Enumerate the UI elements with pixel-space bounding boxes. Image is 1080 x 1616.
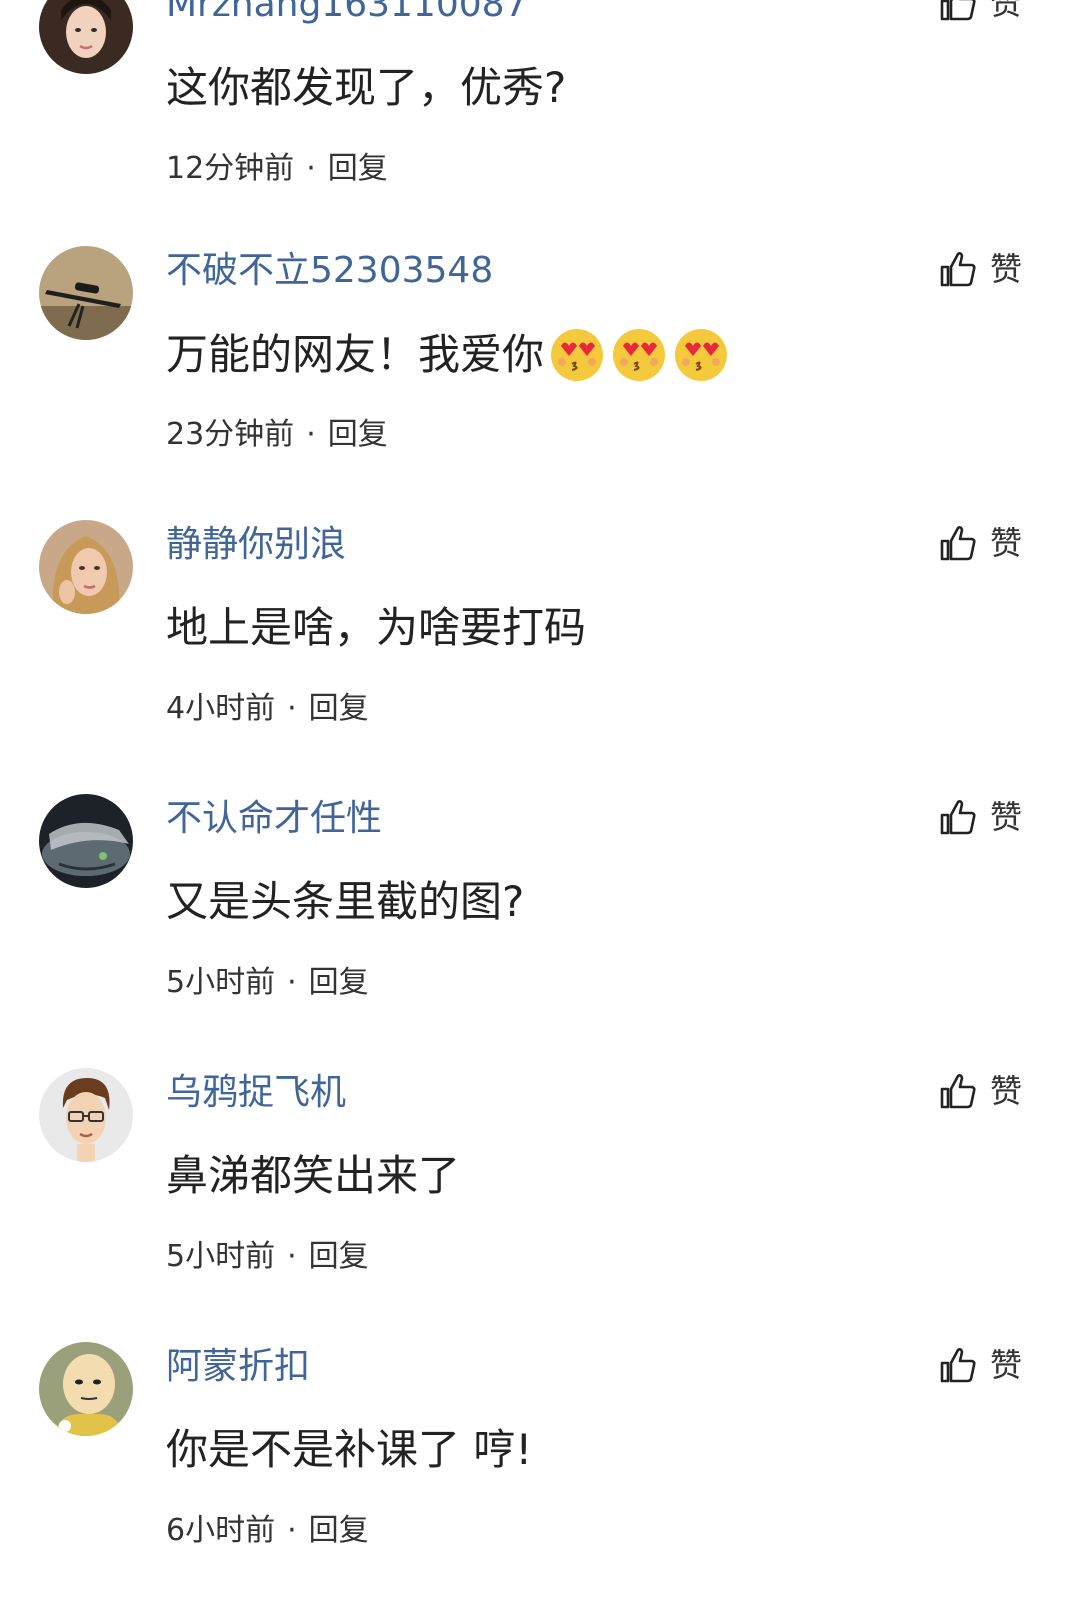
thumbs-up-icon [940,252,976,287]
heart-eyes-kiss-emoji [548,326,606,384]
separator-dot: · [306,151,316,186]
reply-button[interactable]: 回复 [328,151,388,186]
like-button[interactable]: 赞 [938,1068,1022,1114]
avatar[interactable] [39,246,133,340]
comment-meta: 5小时前 · 回复 [166,1238,369,1276]
comment-item: 不认命才任性 赞 又是头条里截的图? 5小时前 · 回复 [0,794,1080,1068]
thumbs-up-icon [940,1074,976,1109]
comment-item: 乌鸦捉飞机 赞 鼻涕都笑出来了 5小时前 · 回复 [0,1068,1080,1342]
timestamp: 12分钟前 [166,151,295,186]
sniper-rifle-avatar [39,246,133,340]
reply-button[interactable]: 回复 [309,691,369,726]
comment-item: 阿蒙折扣 赞 你是不是补课了 哼! 6小时前 · 回复 [0,1342,1080,1616]
avatar[interactable] [39,794,133,888]
separator-dot: · [287,691,297,726]
comment-text: 万能的网友！我爱你 [166,326,730,384]
woman-portrait-avatar [39,0,133,74]
timestamp: 5小时前 [166,1239,276,1274]
like-button[interactable]: 赞 [938,520,1022,566]
like-label: 赞 [990,524,1023,562]
like-button[interactable]: 赞 [938,1342,1022,1388]
timestamp: 23分钟前 [166,417,295,452]
comment-item: Mrzhang163110087 赞 这你都发现了，优秀? 12分钟前 · 回复 [0,0,1080,254]
comment-text: 鼻涕都笑出来了 [166,1148,460,1204]
dark-landscape-avatar [39,794,133,888]
timestamp: 5小时前 [166,965,276,1000]
heart-eyes-kiss-emoji [610,326,668,384]
username-link[interactable]: 乌鸦捉飞机 [166,1070,346,1116]
like-label: 赞 [990,0,1023,22]
avatar[interactable] [39,0,133,74]
separator-dot: · [287,965,297,1000]
username-link[interactable]: 不认命才任性 [166,796,382,842]
cartoon-glasses-boy-avatar [39,1068,133,1162]
comment-body: 你是不是补课了 哼! [166,1425,533,1474]
reply-button[interactable]: 回复 [309,1513,369,1548]
comment-meta: 6小时前 · 回复 [166,1512,369,1550]
comment-meta: 4小时前 · 回复 [166,690,369,728]
username-link[interactable]: 阿蒙折扣 [166,1344,310,1390]
comment-body: 鼻涕都笑出来了 [166,1151,461,1200]
thumbs-up-icon [940,526,976,561]
heart-eyes-kiss-emoji [672,326,730,384]
like-button[interactable]: 赞 [938,0,1022,26]
avatar[interactable] [39,1342,133,1436]
comment-body: 地上是啥，为啥要打码 [166,603,587,652]
like-label: 赞 [990,798,1023,836]
like-button[interactable]: 赞 [938,246,1022,292]
comment-text: 你是不是补课了 哼! [166,1422,532,1478]
like-label: 赞 [990,250,1023,288]
comment-body: 又是头条里截的图? [166,877,525,926]
thumbs-up-icon [940,1348,976,1383]
comment-meta: 23分钟前 · 回复 [166,416,388,454]
username-link[interactable]: 静静你别浪 [166,522,346,568]
comment-text: 又是头条里截的图? [166,874,524,930]
comment-meta: 12分钟前 · 回复 [166,150,388,188]
timestamp: 4小时前 [166,691,276,726]
thumbs-up-icon [940,800,976,835]
avatar[interactable] [39,1068,133,1162]
avatar[interactable] [39,520,133,614]
comment-item: 不破不立52303548 赞 万能的网友！我爱你 23分钟前 · 回复 [0,246,1080,520]
comment-text: 这你都发现了，优秀? [166,60,566,116]
reply-button[interactable]: 回复 [309,1239,369,1274]
comment-text: 地上是啥，为啥要打码 [166,600,586,656]
separator-dot: · [287,1239,297,1274]
like-label: 赞 [990,1346,1023,1384]
like-button[interactable]: 赞 [938,794,1022,840]
comment-body: 这你都发现了，优秀? [166,63,567,112]
separator-dot: · [287,1513,297,1548]
bald-cartoon-hero-avatar [39,1342,133,1436]
username-link[interactable]: Mrzhang163110087 [166,0,527,28]
like-label: 赞 [990,1072,1023,1110]
username-link[interactable]: 不破不立52303548 [166,248,493,294]
comment-item: 静静你别浪 赞 地上是啥，为啥要打码 4小时前 · 回复 [0,520,1080,794]
comment-body: 万能的网友！我爱你 [166,330,545,379]
separator-dot: · [306,417,316,452]
comment-meta: 5小时前 · 回复 [166,964,369,1002]
blonde-woman-avatar [39,520,133,614]
thumbs-up-icon [940,0,976,21]
reply-button[interactable]: 回复 [328,417,388,452]
timestamp: 6小时前 [166,1513,276,1548]
reply-button[interactable]: 回复 [309,965,369,1000]
